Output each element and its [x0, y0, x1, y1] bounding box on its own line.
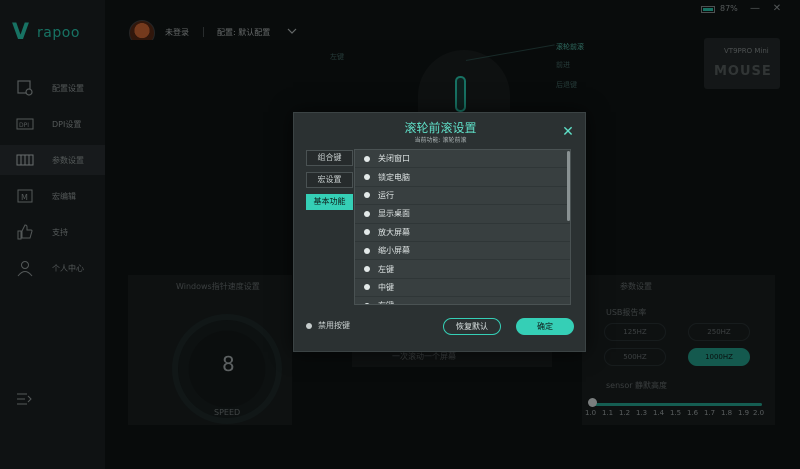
function-list[interactable]: 关闭窗口 锁定电脑 运行 显示桌面 放大屏幕 缩小屏幕 左键 中键 右键 [354, 149, 571, 305]
list-item[interactable]: 中键 [355, 279, 570, 298]
list-item-label: 缩小屏幕 [378, 246, 410, 256]
list-item-label: 锁定电脑 [378, 172, 410, 182]
disable-key-label: 禁用按键 [318, 321, 350, 330]
list-item[interactable]: 放大屏幕 [355, 224, 570, 242]
tab-combo-keys[interactable]: 组合键 [306, 150, 353, 166]
radio-dot [364, 174, 370, 181]
radio-dot [364, 229, 370, 236]
radio-dot [364, 302, 370, 304]
tab-basic-functions[interactable]: 基本功能 [306, 194, 353, 210]
list-item[interactable]: 关闭窗口 [355, 150, 570, 169]
scroll-forward-settings-dialog: 滚轮前滚设置 当前功能: 滚轮前滚 ✕ 组合键 宏设置 基本功能 关闭窗口 锁定… [293, 112, 586, 352]
list-item-label: 右键 [378, 300, 394, 304]
radio-dot [364, 266, 370, 273]
restore-default-button[interactable]: 恢复默认 [443, 318, 501, 335]
disable-key-option[interactable]: 禁用按键 [306, 320, 350, 331]
radio-dot [364, 155, 370, 162]
list-item-label: 运行 [378, 190, 394, 200]
list-item[interactable]: 显示桌面 [355, 205, 570, 224]
radio-dot [364, 284, 370, 291]
list-item[interactable]: 运行 [355, 187, 570, 206]
list-item-label: 放大屏幕 [378, 227, 410, 237]
list-scrollbar[interactable] [567, 151, 570, 221]
radio-dot [364, 210, 370, 217]
list-item-label: 左键 [378, 264, 394, 274]
list-item-label: 关闭窗口 [378, 154, 410, 164]
list-item[interactable]: 左键 [355, 260, 570, 279]
list-item[interactable]: 缩小屏幕 [355, 242, 570, 261]
close-icon[interactable]: ✕ [562, 125, 574, 139]
list-item-label: 显示桌面 [378, 209, 410, 219]
list-item-label: 中键 [378, 282, 394, 292]
radio-dot [364, 192, 370, 199]
dialog-subtitle: 当前功能: 滚轮前滚 [414, 137, 467, 144]
dialog-title: 滚轮前滚设置 [404, 121, 477, 135]
radio-dot [306, 322, 312, 329]
confirm-button[interactable]: 确定 [516, 318, 574, 335]
list-item[interactable]: 锁定电脑 [355, 168, 570, 187]
list-item[interactable]: 右键 [355, 297, 570, 304]
tab-macro[interactable]: 宏设置 [306, 172, 353, 188]
radio-dot [364, 247, 370, 254]
